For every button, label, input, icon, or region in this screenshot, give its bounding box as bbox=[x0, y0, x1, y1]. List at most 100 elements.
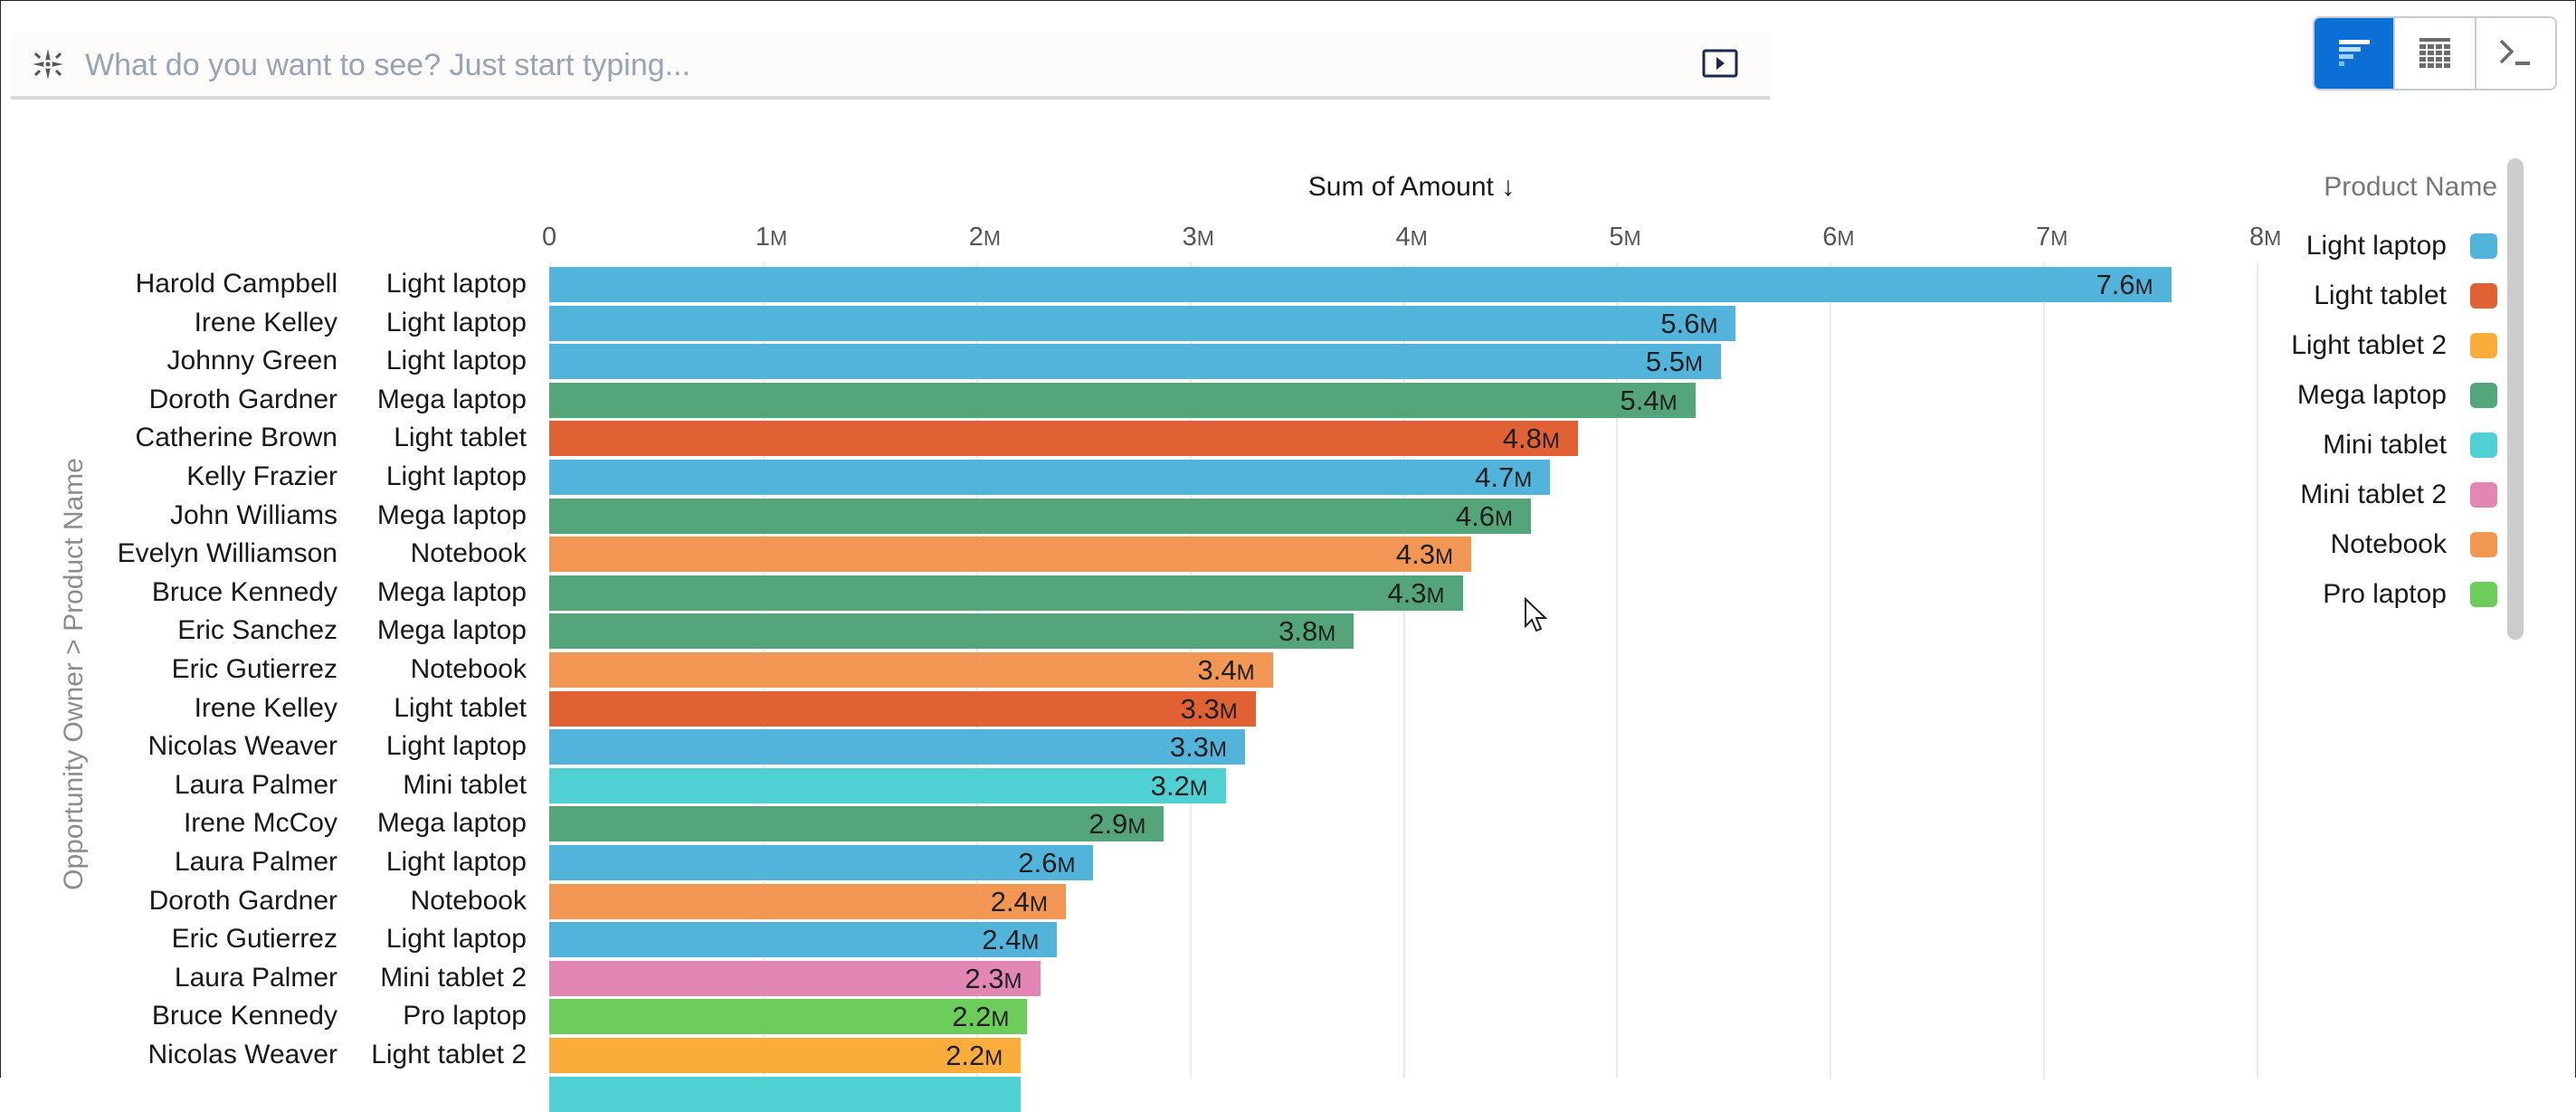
legend-item[interactable]: Mega laptop bbox=[2297, 380, 2497, 411]
owner-label: Catherine Brown bbox=[135, 423, 337, 453]
bar[interactable]: 2.9M bbox=[549, 806, 1164, 842]
owner-label: Eric Gutierrez bbox=[171, 654, 337, 684]
bar-value: 2.4 bbox=[982, 924, 1022, 956]
play-icon[interactable] bbox=[1702, 49, 1738, 78]
mouse-cursor-icon bbox=[1525, 597, 1548, 632]
owner-label: Bruce Kennedy bbox=[151, 576, 337, 607]
search-input[interactable] bbox=[83, 42, 1679, 89]
legend-swatch bbox=[2470, 383, 2497, 408]
bar-value-unit: M bbox=[1021, 930, 1040, 955]
bar-value-label: 2.3M bbox=[965, 963, 1022, 995]
bar-value: 4.6 bbox=[1455, 499, 1496, 532]
sparkle-icon bbox=[33, 49, 63, 80]
bar[interactable]: 2.3M bbox=[549, 960, 1041, 996]
bar-value: 2.2 bbox=[952, 1001, 992, 1033]
bar-value: 4.7 bbox=[1475, 461, 1515, 493]
product-label: Light tablet 2 bbox=[371, 1040, 527, 1069]
bar-value-unit: M bbox=[1127, 814, 1146, 840]
product-label: Light tablet bbox=[394, 423, 527, 453]
bar[interactable]: 3.4M bbox=[549, 652, 1273, 688]
bar[interactable]: 3.3M bbox=[549, 690, 1256, 727]
owner-label: Irene McCoy bbox=[183, 808, 337, 839]
legend-label: Light tablet 2 bbox=[2291, 330, 2447, 360]
product-label: Light laptop bbox=[385, 847, 527, 877]
bar[interactable]: 4.3M bbox=[549, 575, 1463, 611]
owner-label: Eric Gutierrez bbox=[171, 924, 337, 955]
owner-label: John Williams bbox=[169, 499, 337, 530]
bar[interactable]: 4.8M bbox=[549, 421, 1578, 457]
query-view-button[interactable] bbox=[2474, 18, 2555, 89]
owner-label: Kelly Frazier bbox=[186, 461, 337, 491]
bar[interactable]: 4.3M bbox=[549, 537, 1471, 573]
x-tick-value: 0 bbox=[542, 223, 557, 252]
bar[interactable]: 3.8M bbox=[549, 613, 1355, 650]
bar[interactable]: 2.2M bbox=[549, 999, 1028, 1035]
bar[interactable]: 4.6M bbox=[549, 498, 1532, 534]
legend-title: Product Name bbox=[2324, 172, 2497, 202]
bar-value-label: 4.7M bbox=[1475, 461, 1532, 494]
legend-item[interactable]: Mini tablet bbox=[2323, 430, 2497, 461]
product-label: Mega laptop bbox=[376, 576, 527, 607]
bar[interactable]: 3.3M bbox=[549, 729, 1245, 765]
table-view-button[interactable] bbox=[2393, 18, 2474, 89]
x-tick-value: 5 bbox=[1609, 223, 1624, 252]
bar[interactable]: 5.6M bbox=[549, 305, 1736, 341]
bar-value-label: 4.3M bbox=[1396, 538, 1453, 571]
legend-label: Notebook bbox=[2330, 529, 2447, 559]
product-label: Notebook bbox=[410, 538, 527, 569]
chart-view-button[interactable] bbox=[2315, 18, 2394, 89]
owner-label: Evelyn Williamson bbox=[117, 538, 337, 569]
product-label: Mini tablet bbox=[403, 769, 527, 800]
bar[interactable]: 4.7M bbox=[549, 460, 1551, 495]
bar-value: 5.5 bbox=[1645, 346, 1685, 378]
x-tick-label: 0 bbox=[542, 223, 556, 252]
x-tick-label: 3M bbox=[1183, 223, 1214, 252]
product-label: Light laptop bbox=[385, 269, 527, 299]
bar-value-unit: M bbox=[1684, 352, 1703, 377]
bar-value-unit: M bbox=[1189, 775, 1208, 801]
legend-item[interactable]: Mini tablet 2 bbox=[2300, 480, 2497, 510]
gridline bbox=[1830, 262, 1832, 1079]
bar-value: 3.2 bbox=[1150, 769, 1190, 802]
bar[interactable] bbox=[549, 1076, 1022, 1112]
bar-value-label: 5.6M bbox=[1660, 308, 1717, 340]
owner-label: Doroth Gardner bbox=[148, 384, 337, 414]
product-label: Light laptop bbox=[385, 461, 527, 491]
bar-value: 3.3 bbox=[1180, 692, 1220, 725]
x-tick-unit: M bbox=[1837, 226, 1855, 250]
bar[interactable]: 5.4M bbox=[549, 382, 1696, 418]
x-tick-label: 1M bbox=[756, 223, 787, 252]
bar-value-label: 3.8M bbox=[1278, 615, 1336, 648]
bar[interactable]: 2.6M bbox=[549, 845, 1094, 880]
view-toggle bbox=[2313, 16, 2557, 90]
bar[interactable]: 7.6M bbox=[549, 267, 2172, 302]
legend-item[interactable]: Light tablet bbox=[2314, 280, 2497, 311]
bar-value-unit: M bbox=[1699, 313, 1718, 338]
bar-value: 2.4 bbox=[990, 885, 1030, 917]
legend-item[interactable]: Pro laptop bbox=[2323, 579, 2497, 610]
legend-item[interactable]: Light laptop bbox=[2306, 231, 2497, 261]
x-tick-label: 8M bbox=[2249, 223, 2281, 252]
gridline bbox=[2257, 262, 2258, 1079]
legend-scrollbar[interactable] bbox=[2507, 158, 2524, 640]
x-tick-unit: M bbox=[1623, 226, 1641, 250]
legend-item[interactable]: Notebook bbox=[2331, 529, 2497, 560]
bar[interactable]: 2.2M bbox=[549, 1038, 1022, 1073]
bar[interactable]: 2.4M bbox=[549, 922, 1058, 958]
bar-value-label: 2.6M bbox=[1018, 847, 1075, 879]
legend-label: Light laptop bbox=[2305, 231, 2447, 261]
owner-label: Nicolas Weaver bbox=[147, 731, 337, 762]
bar[interactable]: 3.2M bbox=[549, 767, 1226, 803]
product-label: Mega laptop bbox=[376, 499, 527, 530]
bar-value-unit: M bbox=[1208, 737, 1227, 763]
x-axis-title[interactable]: Sum of Amount ↓ bbox=[1176, 172, 1647, 203]
terminal-icon bbox=[2500, 39, 2531, 65]
legend-item[interactable]: Light tablet 2 bbox=[2291, 330, 2497, 361]
product-label: Mega laptop bbox=[376, 615, 527, 646]
bar[interactable]: 2.4M bbox=[549, 883, 1066, 919]
bar-value-unit: M bbox=[1029, 891, 1048, 917]
bar-value: 5.4 bbox=[1620, 384, 1659, 416]
bar-value-unit: M bbox=[2134, 275, 2153, 299]
bar[interactable]: 5.5M bbox=[549, 344, 1721, 380]
owner-label: Laura Palmer bbox=[174, 769, 337, 800]
